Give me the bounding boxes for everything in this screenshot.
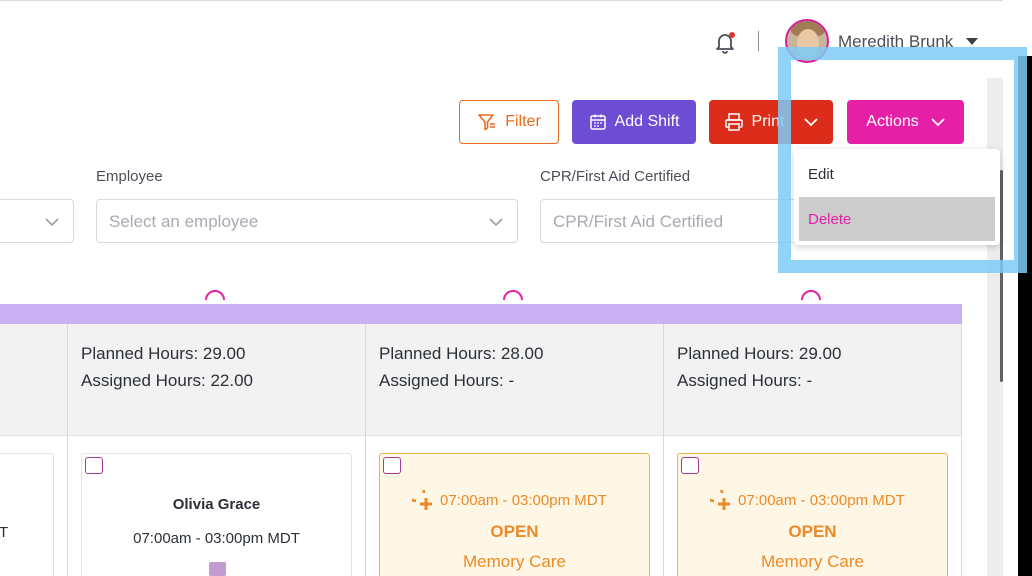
add-shift-label: Add Shift — [614, 113, 680, 130]
shift-time: 07:00am - 03:00pm MDT — [440, 492, 607, 509]
filter-button[interactable]: Filter — [459, 100, 559, 144]
employee-placeholder: Select an employee — [109, 212, 259, 231]
assigned-hours: Assigned Hours: - — [677, 371, 813, 390]
chevron-down-icon — [45, 214, 59, 232]
shift-checkbox[interactable] — [85, 457, 103, 474]
cpr-placeholder: CPR/First Aid Certified — [553, 212, 724, 231]
open-shift-plus-icon[interactable] — [704, 483, 734, 517]
notification-bell-icon[interactable] — [712, 29, 738, 55]
planned-hours: Planned Hours: 28.00 — [379, 344, 544, 363]
shift-checkbox[interactable] — [383, 457, 401, 474]
employee-name: Olivia Grace — [172, 496, 261, 513]
shift-time: 07:00am - 03:00pm MDT — [133, 530, 300, 547]
add-shift-button[interactable]: Add Shift — [572, 100, 696, 144]
assigned-hours: Assigned Hours: 22.00 — [81, 371, 253, 390]
shift-card[interactable]: T — [0, 453, 54, 576]
open-shift-card[interactable]: 07:00am - 03:00pm MDT OPEN Memory Care — [379, 453, 650, 576]
day-column-body: 07:00am - 03:00pm MDT OPEN Memory Care — [366, 436, 663, 576]
day-column-body: Olivia Grace 07:00am - 03:00pm MDT — [68, 436, 365, 576]
day-column-header: Planned Hours: 28.00 Assigned Hours: - — [366, 324, 663, 436]
day-column-body: 07:00am - 03:00pm MDT OPEN Memory Care — [664, 436, 961, 576]
planned-hours: Planned Hours: 29.00 — [81, 344, 246, 363]
employee-select[interactable]: Select an employee — [96, 199, 518, 243]
filter-label: Filter — [505, 113, 541, 130]
planned-hours: Planned Hours: 29.00 — [677, 344, 842, 363]
calendar-icon — [589, 113, 607, 131]
filter-icon — [477, 112, 497, 132]
day-column-header: Planned Hours: 29.00 Assigned Hours: 22.… — [68, 324, 365, 436]
shift-time-partial: T — [0, 524, 9, 541]
day-column: T — [0, 324, 68, 576]
day-column-header: Planned Hours: 29.00 Assigned Hours: - — [664, 324, 961, 436]
day-column-body: T — [0, 436, 67, 576]
open-status: OPEN — [490, 522, 539, 541]
day-column-header — [0, 324, 67, 436]
cpr-select[interactable]: CPR/First Aid Certified — [540, 199, 800, 243]
open-shift-card[interactable]: 07:00am - 03:00pm MDT OPEN Memory Care — [677, 453, 948, 576]
cpr-label: CPR/First Aid Certified — [540, 168, 691, 185]
focus-highlight — [778, 47, 1027, 273]
unit-icon — [209, 562, 226, 576]
day-header-bar — [0, 304, 962, 324]
open-status: OPEN — [788, 522, 837, 541]
assigned-hours: Assigned Hours: - — [379, 371, 515, 390]
header-divider — [758, 31, 759, 51]
shift-checkbox[interactable] — [681, 457, 699, 474]
day-column: Planned Hours: 29.00 Assigned Hours: 22.… — [68, 324, 366, 576]
printer-icon — [724, 112, 744, 132]
partial-select[interactable] — [0, 199, 74, 243]
open-shift-plus-icon[interactable] — [406, 483, 436, 517]
shift-time: 07:00am - 03:00pm MDT — [738, 492, 905, 509]
chevron-down-icon — [489, 214, 503, 232]
day-column: Planned Hours: 28.00 Assigned Hours: - 0… — [366, 324, 664, 576]
shift-card[interactable]: Olivia Grace 07:00am - 03:00pm MDT — [81, 453, 352, 576]
unit-name: Memory Care — [761, 552, 864, 571]
day-column: Planned Hours: 29.00 Assigned Hours: - 0… — [664, 324, 962, 576]
employee-label: Employee — [96, 168, 163, 185]
unit-name: Memory Care — [463, 552, 566, 571]
caret-down-icon[interactable] — [966, 38, 978, 45]
